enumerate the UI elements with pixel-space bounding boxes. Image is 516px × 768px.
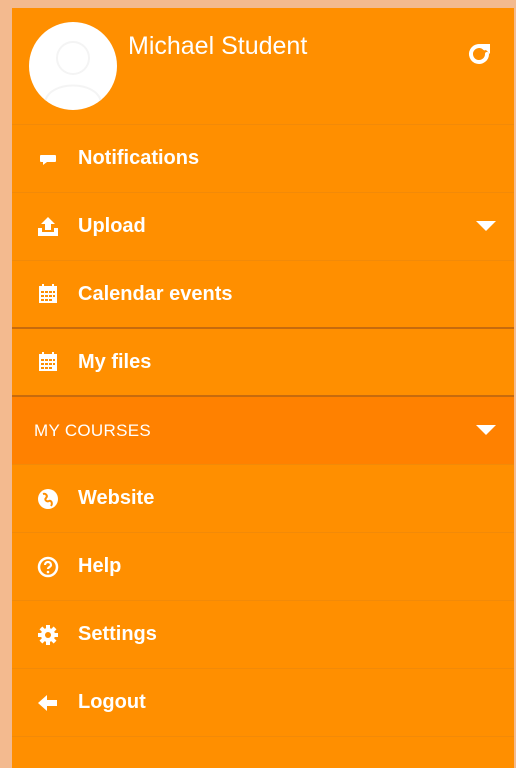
menu-item-notifications[interactable]: Notifications [12,125,514,193]
avatar[interactable] [29,22,117,110]
calendar-icon [34,280,62,308]
arrow-left-icon [34,689,62,717]
app-frame: Michael Student Notifications Upload Cal… [0,0,516,768]
menu-item-label: My files [78,350,152,373]
menu-item-label: Logout [78,691,146,713]
menu-item-calendar-events[interactable]: Calendar events [12,261,514,329]
user-silhouette-icon [44,41,102,103]
chevron-down-icon[interactable] [476,425,496,435]
menu-item-label: Notifications [78,147,200,169]
menu-empty-row [12,737,514,768]
gear-icon [34,621,62,649]
menu-item-help[interactable]: Help [12,533,514,601]
comment-icon [34,145,62,173]
menu-item-website[interactable]: Website [12,465,514,533]
user-name: Michael Student [128,32,308,60]
profile-header: Michael Student [12,8,514,125]
section-header-label: MY COURSES [34,420,151,440]
menu-item-settings[interactable]: Settings [12,601,514,669]
side-menu: Michael Student Notifications Upload Cal… [12,8,514,768]
menu-item-logout[interactable]: Logout [12,669,514,737]
menu-item-label: Website [78,487,155,509]
menu-item-label: Upload [78,215,146,237]
menu-item-label: Settings [78,623,157,645]
upload-icon [34,213,62,241]
menu-item-my-files[interactable]: My files [12,329,514,397]
globe-icon [34,485,62,513]
chevron-down-icon[interactable] [476,221,496,231]
calendar-icon [34,348,62,376]
menu-item-upload[interactable]: Upload [12,193,514,261]
help-icon [34,553,62,581]
section-header-my-courses[interactable]: MY COURSES [12,397,514,465]
refresh-icon[interactable] [464,39,494,69]
menu-item-label: Help [78,555,122,577]
menu-item-label: Calendar events [78,282,233,305]
